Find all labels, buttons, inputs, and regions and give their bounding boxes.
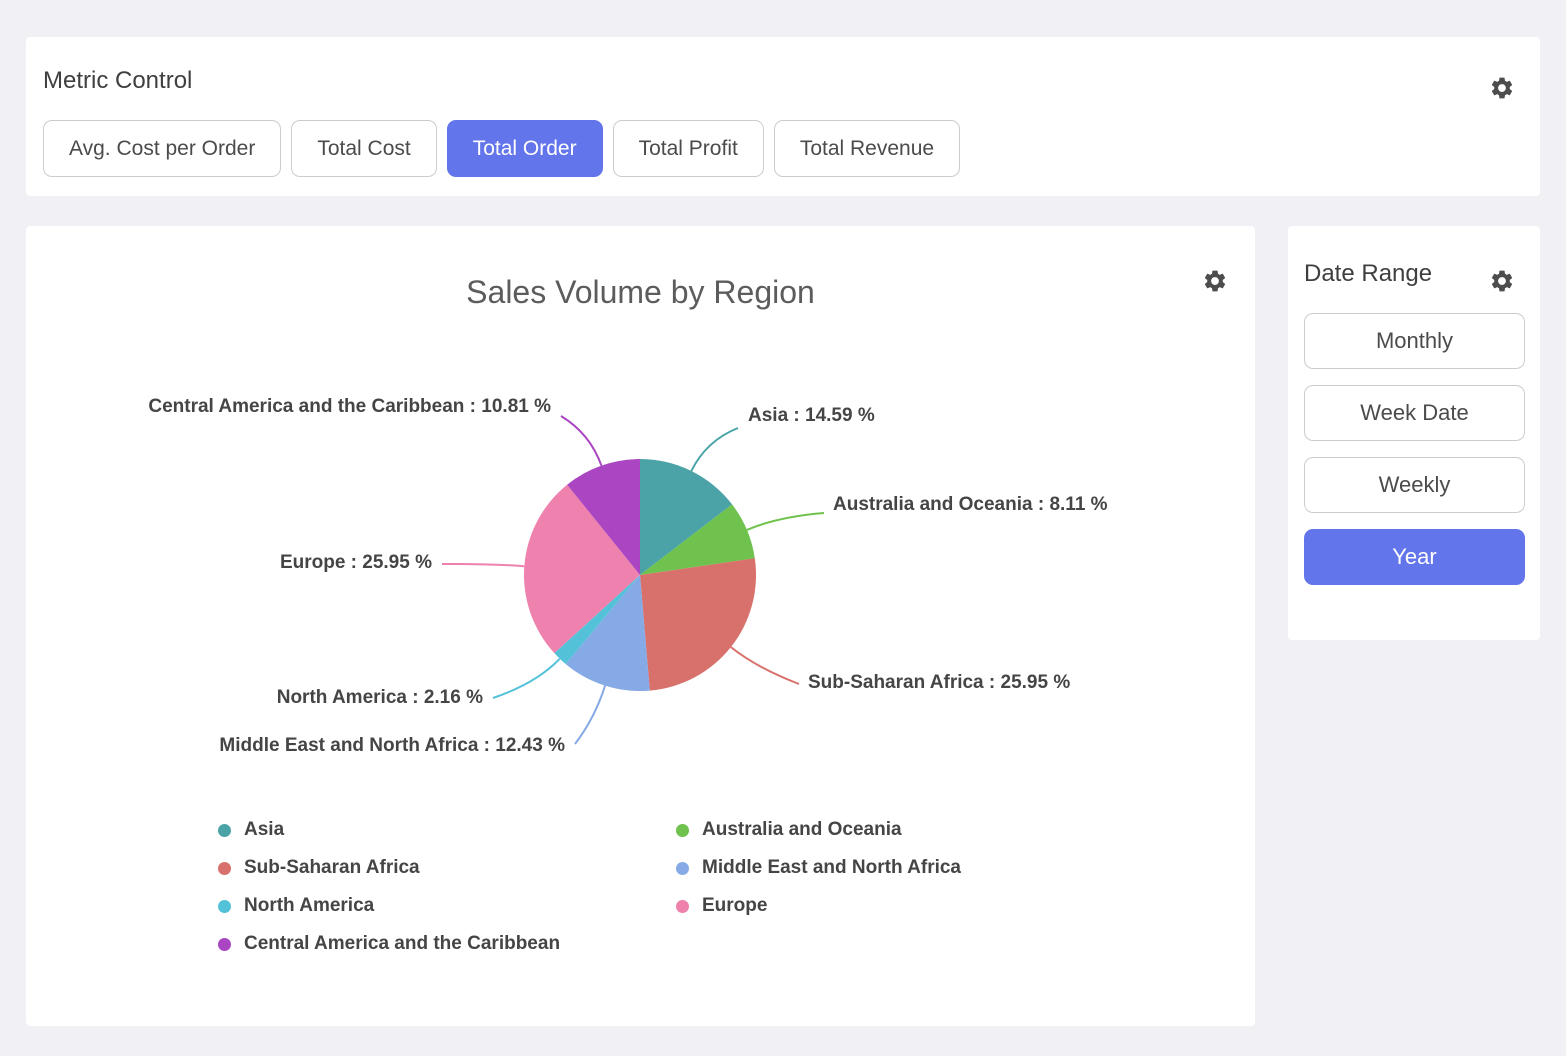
legend-label-middle-east-and-north-africa: Middle East and North Africa [702,857,961,879]
legend-column-2: Australia and Oceania Middle East and Nor… [676,818,1134,956]
dashboard-page: { "theme": { "background": "#f0f0f5", "c… [0,0,1566,1056]
legend-column-1: Asia Sub-Saharan Africa North America Centr… [218,818,676,956]
legend-dot-central-america-and-the-caribbean [218,938,231,951]
pie-label-australia-and-oceania: Australia and Oceania : 8.11 % [833,494,1108,515]
legend-item-middle-east-and-north-africa[interactable]: Middle East and North Africa [676,856,1134,880]
legend-item-europe[interactable]: Europe [676,894,1134,918]
date-button-monthly[interactable]: Monthly [1304,313,1525,369]
metric-control-panel: Metric Control Avg. Cost per OrderTotal … [26,37,1540,196]
pie-label-asia: Asia : 14.59 % [748,405,875,426]
pie-label-line-middle-east-and-north-africa [575,686,605,744]
legend-item-asia[interactable]: Asia [218,818,676,842]
legend-dot-australia-and-oceania [676,824,689,837]
date-button-group: Monthly Week Date Weekly Year [1304,313,1525,585]
date-button-week-date[interactable]: Week Date [1304,385,1525,441]
chart-legend: Asia Sub-Saharan Africa North America Centr… [218,818,1134,956]
pie-label-north-america: North America : 2.16 % [277,687,483,708]
legend-label-asia: Asia [244,819,284,841]
legend-label-australia-and-oceania: Australia and Oceania [702,819,902,841]
date-range-panel: Date Range Monthly Week Date Weekly Year [1288,226,1540,640]
metric-button-group: Avg. Cost per OrderTotal CostTotal Order… [43,120,960,177]
pie-label-line-asia [691,428,738,471]
pie-label-line-sub-saharan-africa [731,647,799,684]
legend-item-australia-and-oceania[interactable]: Australia and Oceania [676,818,1134,842]
metric-control-title: Metric Control [43,67,192,95]
metric-button-avg-cost-per-order[interactable]: Avg. Cost per Order [43,120,281,177]
metric-settings-gear-icon[interactable] [1489,75,1515,101]
date-range-title: Date Range [1304,260,1432,288]
date-button-year[interactable]: Year [1304,529,1525,585]
pie-label-sub-saharan-africa: Sub-Saharan Africa : 25.95 % [808,672,1070,693]
legend-dot-europe [676,900,689,913]
pie-label-line-australia-and-oceania [747,513,824,530]
metric-button-total-order[interactable]: Total Order [447,120,603,177]
legend-dot-north-america [218,900,231,913]
pie-slice-sub-saharan-africa[interactable] [640,558,756,690]
sales-volume-chart-panel: Sales Volume by Region Asia : 14.59 %Aus… [26,226,1255,1026]
pie-label-middle-east-and-north-africa: Middle East and North Africa : 12.43 % [219,735,565,756]
metric-button-total-revenue[interactable]: Total Revenue [774,120,960,177]
pie-label-line-north-america [493,659,560,698]
metric-button-total-cost[interactable]: Total Cost [291,120,436,177]
legend-dot-asia [218,824,231,837]
legend-label-north-america: North America [244,895,374,917]
legend-item-central-america-and-the-caribbean[interactable]: Central America and the Caribbean [218,932,676,956]
legend-label-central-america-and-the-caribbean: Central America and the Caribbean [244,933,560,955]
legend-dot-sub-saharan-africa [218,862,231,875]
legend-label-sub-saharan-africa: Sub-Saharan Africa [244,857,420,879]
legend-label-europe: Europe [702,895,767,917]
date-button-weekly[interactable]: Weekly [1304,457,1525,513]
page-content: Metric Control Avg. Cost per OrderTotal … [0,0,1566,1056]
metric-button-total-profit[interactable]: Total Profit [613,120,764,177]
pie-label-europe: Europe : 25.95 % [280,552,432,573]
date-settings-gear-icon[interactable] [1489,268,1515,294]
pie-label-line-central-america-and-the-caribbean [561,416,601,466]
legend-dot-middle-east-and-north-africa [676,862,689,875]
legend-item-north-america[interactable]: North America [218,894,676,918]
content-row: Sales Volume by Region Asia : 14.59 %Aus… [26,226,1540,1026]
pie-label-central-america-and-the-caribbean: Central America and the Caribbean : 10.8… [148,396,551,417]
legend-item-sub-saharan-africa[interactable]: Sub-Saharan Africa [218,856,676,880]
pie-label-line-europe [442,564,524,566]
